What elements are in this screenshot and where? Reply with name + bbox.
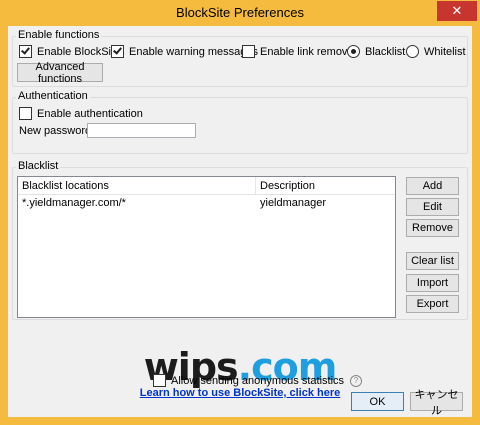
new-password-field[interactable] [87, 123, 196, 138]
enable-link-removal-label: Enable link removal [260, 45, 356, 58]
blacklist-table[interactable]: Blacklist locations Description *.yieldm… [17, 176, 396, 318]
column-header-locations[interactable]: Blacklist locations [18, 177, 109, 195]
checkbox-icon [153, 374, 166, 387]
anonymous-statistics-label: Allow sending anonymous statistics [171, 374, 345, 387]
whitelist-mode-radio[interactable]: Whitelist [406, 45, 466, 58]
clear-list-button[interactable]: Clear list [406, 252, 459, 270]
enable-warning-checkbox[interactable]: Enable warning messages [111, 45, 258, 58]
enable-functions-group: Enable functions Enable BlockSite Enable… [12, 29, 468, 87]
enable-blocksite-checkbox[interactable]: Enable BlockSite [19, 45, 120, 58]
column-header-description[interactable]: Description [256, 177, 315, 195]
import-button[interactable]: Import [406, 274, 459, 292]
enable-link-removal-checkbox[interactable]: Enable link removal [242, 45, 356, 58]
export-button[interactable]: Export [406, 295, 459, 313]
anonymous-statistics-checkbox[interactable]: Allow sending anonymous statistics ? [153, 374, 363, 387]
radio-selected-icon [347, 45, 360, 58]
add-button[interactable]: Add [406, 177, 459, 195]
row-location: *.yieldmanager.com/* [22, 197, 126, 209]
blacklist-mode-radio[interactable]: Blacklist [347, 45, 405, 58]
blacklist-group: Blacklist Blacklist locations Descriptio… [12, 160, 468, 320]
whitelist-mode-label: Whitelist [424, 45, 466, 58]
new-password-label: New password [19, 125, 92, 137]
enable-functions-legend: Enable functions [16, 29, 102, 41]
blacklist-mode-label: Blacklist [365, 45, 406, 58]
help-icon[interactable]: ? [350, 374, 363, 387]
advanced-functions-button[interactable]: Advanced functions [17, 61, 103, 85]
table-row[interactable]: *.yieldmanager.com/* yieldmanager [18, 195, 395, 211]
checkbox-icon [19, 107, 32, 120]
enable-blocksite-label: Enable BlockSite [37, 45, 121, 58]
window-title: BlockSite Preferences [176, 5, 304, 20]
enable-authentication-label: Enable authentication [37, 107, 143, 120]
row-description: yieldmanager [260, 197, 327, 209]
title-bar[interactable]: BlockSite Preferences ✕ [0, 0, 480, 26]
enable-authentication-checkbox[interactable]: Enable authentication [19, 107, 143, 120]
checkbox-icon [111, 45, 124, 58]
radio-icon [406, 45, 419, 58]
authentication-legend: Authentication [16, 90, 90, 102]
ok-button[interactable]: OK [351, 392, 404, 411]
dialog-body: Enable functions Enable BlockSite Enable… [8, 26, 472, 417]
authentication-group: Authentication Enable authentication New… [12, 90, 468, 154]
table-header: Blacklist locations Description [18, 177, 395, 195]
close-icon[interactable]: ✕ [437, 1, 477, 21]
checkbox-icon [242, 45, 255, 58]
blacklist-legend: Blacklist [16, 160, 61, 172]
edit-button[interactable]: Edit [406, 198, 459, 216]
enable-warning-label: Enable warning messages [129, 45, 259, 58]
cancel-button[interactable]: キャンセル [410, 389, 463, 417]
preferences-window: BlockSite Preferences ✕ Enable functions… [0, 0, 480, 425]
checkbox-icon [19, 45, 32, 58]
remove-button[interactable]: Remove [406, 219, 459, 237]
